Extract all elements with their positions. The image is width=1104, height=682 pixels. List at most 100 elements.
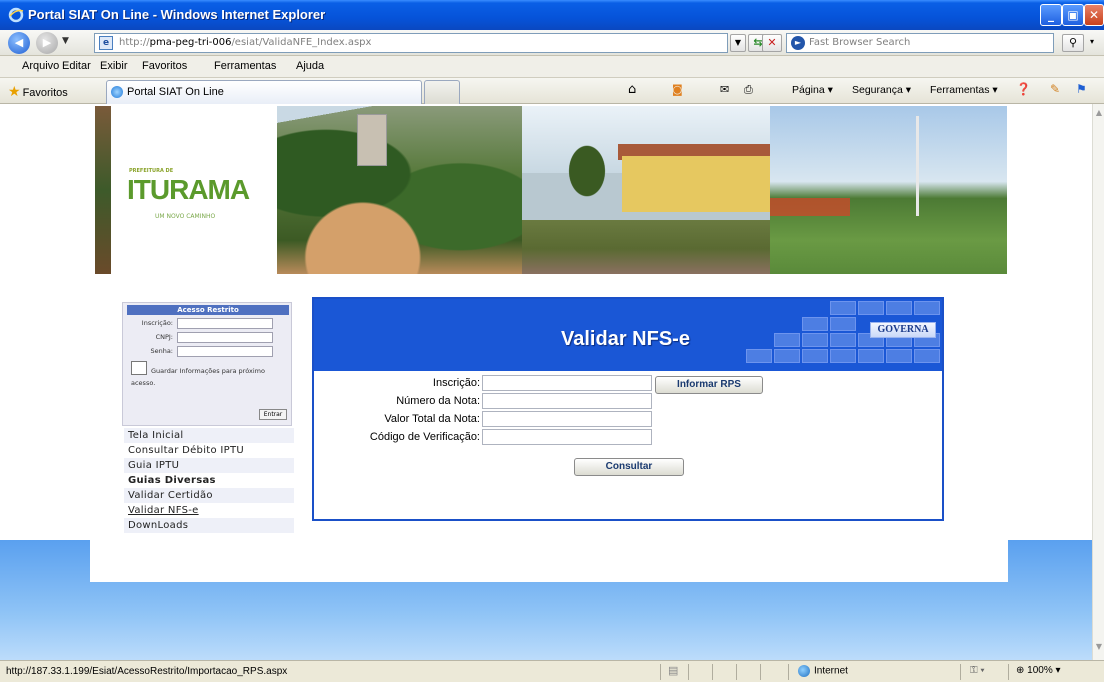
history-dropdown-icon[interactable]: ▼ <box>62 36 69 46</box>
decor-square <box>830 333 856 347</box>
menu-item-tela-inicial[interactable]: Tela Inicial <box>124 428 294 443</box>
menu-item-downloads[interactable]: DownLoads <box>124 518 294 533</box>
stop-icon[interactable]: ✕ <box>762 34 782 52</box>
menu-ajuda[interactable]: Ajuda <box>296 60 324 72</box>
title-bar: Portal SIAT On Line - Windows Internet E… <box>0 0 1104 30</box>
decor-square <box>830 301 856 315</box>
mail-icon[interactable]: ✉ <box>720 83 729 96</box>
decor-square <box>802 333 828 347</box>
tab-portal-siat[interactable]: Portal SIAT On Line <box>106 80 422 104</box>
status-page-icon: ▤ <box>668 665 679 677</box>
zoom-value: 100% <box>1027 665 1053 676</box>
menu-item-validar-nfse[interactable]: Validar NFS-e <box>124 503 294 518</box>
maximize-button[interactable]: ▣ <box>1062 4 1084 26</box>
vertical-scrollbar[interactable]: ▲ ▼ <box>1092 104 1104 660</box>
search-input[interactable]: ► Fast Browser Search <box>786 33 1054 53</box>
login-cnpj-input[interactable] <box>177 332 273 343</box>
cmd-seguranca[interactable]: Segurança ▾ <box>852 84 911 96</box>
search-icon[interactable]: ⚲ <box>1062 34 1084 52</box>
new-tab-button[interactable] <box>424 80 460 104</box>
messenger-icon[interactable]: ⚑ <box>1076 82 1087 96</box>
menu-exibir[interactable]: Exibir <box>100 60 128 72</box>
fence-shape <box>770 198 850 216</box>
url-host: pma-peg-tri-006 <box>149 37 232 48</box>
consultar-button[interactable]: Consultar <box>574 458 684 476</box>
protected-mode-icon[interactable]: ⚿ ▾ <box>970 665 985 676</box>
feeds-icon[interactable]: ◙ <box>672 83 683 96</box>
decor-square <box>858 301 884 315</box>
menu-ferramentas[interactable]: Ferramentas <box>214 60 276 72</box>
status-divider <box>736 664 737 680</box>
banner-photo-park <box>770 106 1007 274</box>
menu-editar[interactable]: Editar <box>62 60 91 72</box>
page-content: PREFEITURA DE ITURAMA UM NOVO CAMINHO Ac… <box>0 104 1092 660</box>
address-input[interactable]: e http://pma-peg-tri-006/esiat/ValidaNFE… <box>94 33 728 53</box>
menu-item-validar-certidao[interactable]: Validar Certidão <box>124 488 294 503</box>
menu-bar: Arquivo Editar Exibir Favoritos Ferramen… <box>0 56 1104 78</box>
search-provider-icon: ► <box>791 36 805 50</box>
codigo-verificacao-input[interactable] <box>482 429 652 445</box>
cmd-pagina[interactable]: Página ▾ <box>792 84 833 96</box>
decor-square <box>914 301 940 315</box>
decor-square <box>830 317 856 331</box>
menu-arquivo[interactable]: Arquivo <box>22 60 59 72</box>
logo-name: ITURAMA <box>127 174 250 205</box>
login-box: Acesso Restrito Inscrição: CNPJ: Senha: … <box>122 302 292 426</box>
decor-square <box>774 333 800 347</box>
window-title: Portal SIAT On Line - Windows Internet E… <box>28 7 326 22</box>
favorites-button[interactable]: ★ Favoritos <box>8 83 68 100</box>
address-dropdown-icon[interactable]: ▼ <box>730 34 746 52</box>
login-label-senha: Senha: <box>150 347 173 355</box>
cmd-ferramentas[interactable]: Ferramentas ▾ <box>930 84 998 96</box>
help-icon[interactable]: ❓ <box>1016 82 1031 96</box>
tab-label: Portal SIAT On Line <box>127 86 224 98</box>
star-icon: ★ <box>8 83 21 99</box>
header-banner: PREFEITURA DE ITURAMA UM NOVO CAMINHO <box>95 106 1007 274</box>
search-options-icon[interactable]: ▾ <box>1090 37 1094 46</box>
scroll-up-icon[interactable]: ▲ <box>1094 108 1104 120</box>
url-path: /esiat/ValidaNFE_Index.aspx <box>231 37 372 48</box>
decor-square <box>746 349 772 363</box>
inscricao-input[interactable] <box>482 375 652 391</box>
search-placeholder: Fast Browser Search <box>809 37 911 48</box>
status-divider <box>1008 664 1009 680</box>
login-inscricao-input[interactable] <box>177 318 273 329</box>
menu-item-guias-diversas[interactable]: Guias Diversas <box>124 473 294 488</box>
print-icon[interactable]: ⎙ <box>744 83 753 97</box>
login-senha-input[interactable] <box>177 346 273 357</box>
status-divider <box>788 664 789 680</box>
menu-item-guia-iptu[interactable]: Guia IPTU <box>124 458 294 473</box>
login-header: Acesso Restrito <box>127 305 289 315</box>
decor-square <box>774 349 800 363</box>
zone-label: Internet <box>814 665 848 677</box>
menu-item-consultar-debito-iptu[interactable]: Consultar Débito IPTU <box>124 443 294 458</box>
panel-title: Validar NFS-e <box>561 328 690 350</box>
menu-favoritos[interactable]: Favoritos <box>142 60 187 72</box>
informar-rps-button[interactable]: Informar RPS <box>655 376 763 394</box>
research-icon[interactable]: ✎ <box>1050 82 1060 96</box>
close-button[interactable]: ✕ <box>1084 4 1104 26</box>
login-submit-button[interactable]: Entrar <box>259 409 287 420</box>
decor-square <box>802 349 828 363</box>
forward-button[interactable]: ▶ <box>36 32 58 54</box>
favorites-bar: ★ Favoritos Portal SIAT On Line ⌂ ◙ ✉ ⎙ P… <box>0 78 1104 104</box>
valor-total-input[interactable] <box>482 411 652 427</box>
status-divider <box>660 664 661 680</box>
decor-square <box>802 317 828 331</box>
scroll-down-icon[interactable]: ▼ <box>1094 642 1104 654</box>
url-prefix: http:// <box>119 37 150 48</box>
page-icon: e <box>99 36 113 50</box>
panel-header: Validar NFS-e GOVERNA <box>314 299 942 371</box>
numero-nota-input[interactable] <box>482 393 652 409</box>
ie-icon <box>8 7 24 23</box>
church-shape <box>357 114 387 166</box>
decor-square <box>886 349 912 363</box>
back-button[interactable]: ◀ <box>8 32 30 54</box>
zoom-level[interactable]: ⊕ 100% ▾ <box>1016 665 1061 676</box>
minimize-button[interactable]: _ <box>1040 4 1062 26</box>
tab-ie-icon <box>111 86 123 98</box>
home-icon[interactable]: ⌂ <box>628 82 636 97</box>
banner-photo-station <box>522 106 770 274</box>
label-valor-total: Valor Total da Nota: <box>384 413 480 425</box>
side-menu: Tela Inicial Consultar Débito IPTU Guia … <box>124 428 294 533</box>
